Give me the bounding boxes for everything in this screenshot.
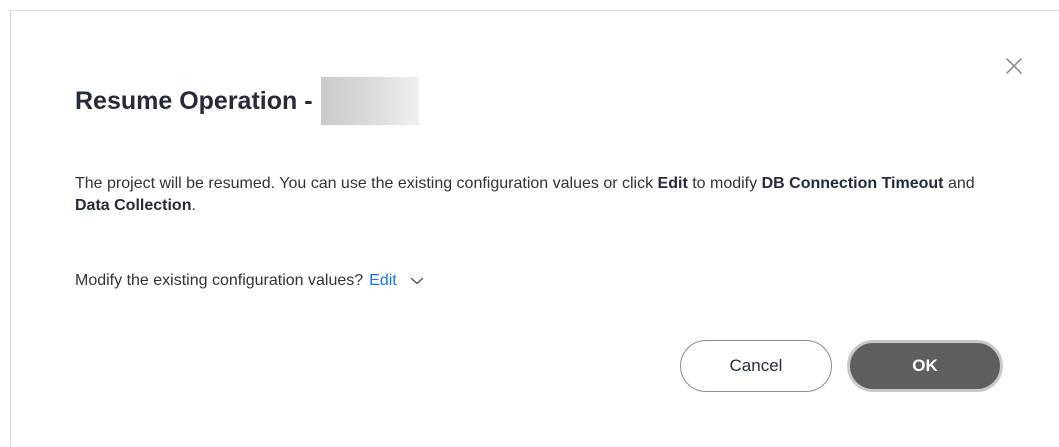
dialog-description: The project will be resumed. You can use… [75, 173, 1005, 217]
chevron-down-icon [410, 277, 423, 285]
description-collection-bold: Data Collection [75, 197, 192, 214]
modify-prompt: Modify the existing configuration values… [75, 272, 364, 289]
resume-operation-dialog: Resume Operation - The project will be r… [10, 10, 1059, 447]
description-text-1: The project will be resumed. You can use… [75, 175, 658, 192]
expand-toggle[interactable] [409, 273, 425, 289]
close-button[interactable] [999, 51, 1029, 81]
close-icon [1006, 58, 1022, 74]
modify-config-row: Modify the existing configuration values… [75, 269, 425, 293]
dialog-header: Resume Operation - [75, 77, 419, 125]
description-text-2: to modify [687, 175, 762, 192]
cancel-button[interactable]: Cancel [680, 340, 832, 392]
edit-link[interactable]: Edit [369, 272, 397, 290]
description-edit-bold: Edit [657, 175, 688, 192]
description-timeout-bold: DB Connection Timeout [761, 175, 944, 192]
description-text-3: and [943, 175, 975, 192]
redacted-project-name [320, 77, 419, 125]
dialog-title: Resume Operation - [75, 86, 313, 115]
ok-button[interactable]: OK [847, 340, 1003, 392]
description-text-4: . [191, 197, 196, 214]
